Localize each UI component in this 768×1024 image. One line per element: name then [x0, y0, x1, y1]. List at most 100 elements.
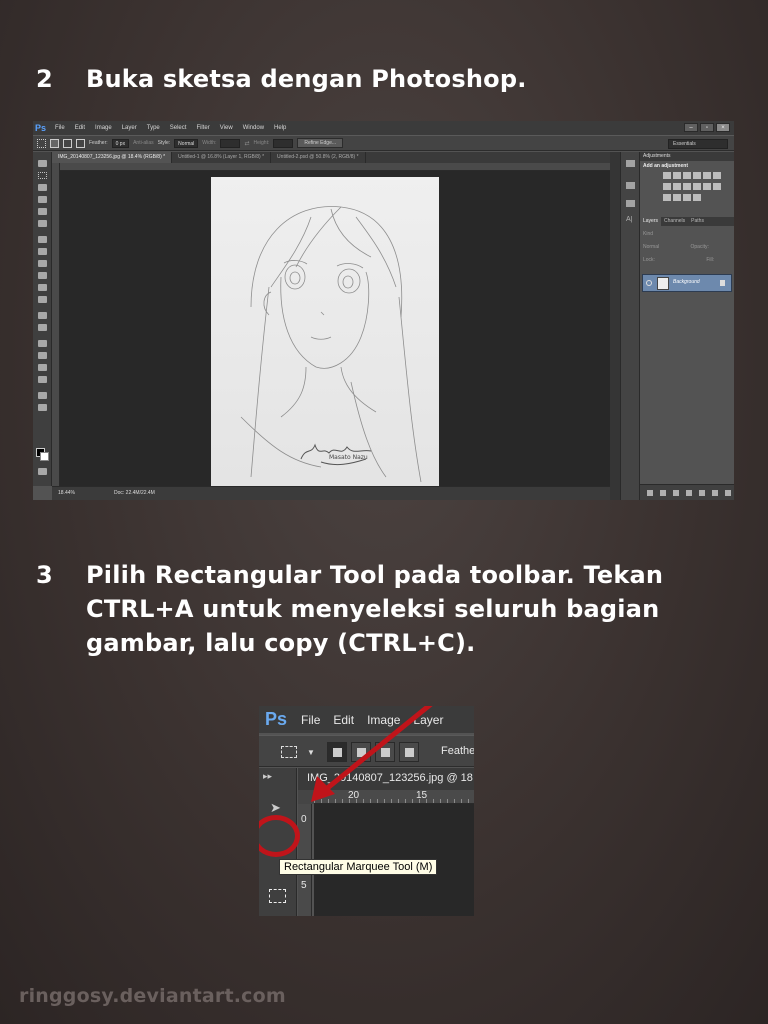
sketch-signature: Masato Nazu — [329, 454, 368, 461]
watermark: ringgosy.deviantart.com — [19, 985, 286, 1007]
feather-label: Feather: — [89, 140, 108, 146]
link-icon[interactable] — [647, 490, 653, 496]
quick-mask-icon[interactable] — [38, 468, 47, 475]
photo-filter-icon[interactable] — [683, 183, 691, 190]
document-tab[interactable]: IMG_20140807_123256.jpg @ 18.4% (RGB/8) … — [52, 152, 173, 163]
marquee-tool-icon[interactable] — [38, 172, 47, 179]
swap-icon[interactable]: ⇄ — [244, 140, 249, 147]
antialias-checkbox[interactable]: Anti-alias — [133, 140, 154, 146]
healing-tool-icon[interactable] — [38, 236, 47, 243]
adjustments-subtitle: Add an adjustment — [643, 163, 689, 169]
menu-filter[interactable]: Filter — [191, 125, 214, 131]
eraser-tool-icon[interactable] — [38, 284, 47, 291]
invert-icon[interactable] — [713, 183, 721, 190]
lock-row: Lock: Fill: — [643, 256, 731, 264]
document-tab[interactable]: Untitled-2.psd @ 50.8% (2, RGB/8) * — [271, 152, 366, 163]
layer-name: Background — [673, 279, 700, 285]
history-brush-icon[interactable] — [38, 272, 47, 279]
hand-tool-icon[interactable] — [38, 392, 47, 399]
fx-icon[interactable] — [660, 490, 666, 496]
kind-filter[interactable]: Kind — [643, 230, 731, 238]
menu-file[interactable]: File — [50, 125, 70, 131]
zoom-level[interactable]: 18.44% — [58, 487, 75, 499]
pen-tool-icon[interactable] — [38, 340, 47, 347]
zoom-tool-icon[interactable] — [38, 404, 47, 411]
exposure-icon[interactable] — [693, 172, 701, 179]
menu-select[interactable]: Select — [165, 125, 192, 131]
document-size: Doc: 22.4M/22.4M — [114, 490, 155, 496]
color-lookup-icon[interactable] — [703, 183, 711, 190]
menu-window[interactable]: Window — [238, 125, 269, 131]
type-tool-icon[interactable] — [38, 352, 47, 359]
mask-icon[interactable] — [673, 490, 679, 496]
levels-icon[interactable] — [673, 172, 681, 179]
properties-icon[interactable] — [626, 182, 635, 189]
threshold-icon[interactable] — [673, 194, 681, 201]
workspace-select[interactable]: Essentials — [668, 139, 728, 149]
channel-mixer-icon[interactable] — [693, 183, 701, 190]
minimize-icon[interactable]: – — [684, 123, 698, 132]
gradient-tool-icon[interactable] — [38, 296, 47, 303]
brightness-icon[interactable] — [663, 172, 671, 179]
eyedropper-tool-icon[interactable] — [38, 220, 47, 227]
selective-color-icon[interactable] — [693, 194, 701, 201]
refine-edge-button[interactable]: Refine Edge... — [297, 138, 344, 148]
layer-row[interactable]: Background — [642, 274, 732, 292]
width-input[interactable] — [220, 138, 241, 148]
color-balance-icon[interactable] — [663, 183, 671, 190]
background-color-swatch[interactable] — [40, 452, 49, 461]
trash-icon[interactable] — [725, 490, 731, 496]
tab-layers[interactable]: Layers — [640, 217, 662, 226]
feather-input[interactable]: 0 px — [111, 138, 130, 148]
document-tabs: IMG_20140807_123256.jpg @ 18.4% (RGB/8) … — [52, 152, 610, 163]
photoshop-screenshot: Ps File Edit Image Layer Type Select Fil… — [33, 121, 734, 500]
adjustment-layer-icon[interactable] — [686, 490, 692, 496]
group-icon[interactable] — [699, 490, 705, 496]
tab-channels[interactable]: Channels — [661, 217, 688, 226]
vibrance-icon[interactable] — [703, 172, 711, 179]
move-tool-icon[interactable] — [38, 160, 47, 167]
stamp-tool-icon[interactable] — [38, 260, 47, 267]
curves-icon[interactable] — [683, 172, 691, 179]
crop-tool-icon[interactable] — [38, 208, 47, 215]
adjustment-icons — [662, 171, 730, 204]
quick-select-tool-icon[interactable] — [38, 196, 47, 203]
panel-collapse-strip[interactable] — [610, 152, 620, 500]
menu-view[interactable]: View — [215, 125, 238, 131]
menu-layer[interactable]: Layer — [117, 125, 142, 131]
black-white-icon[interactable] — [673, 183, 681, 190]
subtract-selection-icon[interactable] — [76, 138, 85, 148]
posterize-icon[interactable] — [663, 194, 671, 201]
character-icon[interactable]: A| — [626, 216, 635, 223]
menu-type[interactable]: Type — [142, 125, 165, 131]
new-layer-icon[interactable] — [712, 490, 718, 496]
gradient-map-icon[interactable] — [683, 194, 691, 201]
restore-icon[interactable]: ▫ — [700, 123, 714, 132]
sketch-image: Masato Nazu — [211, 177, 439, 486]
eye-icon[interactable] — [646, 280, 652, 286]
style-select[interactable]: Normal — [174, 138, 199, 148]
history-icon[interactable] — [626, 160, 635, 167]
close-icon[interactable]: × — [716, 123, 730, 132]
hue-icon[interactable] — [713, 172, 721, 179]
options-bar: Feather: 0 px Anti-alias Style: Normal W… — [33, 135, 734, 151]
blur-tool-icon[interactable] — [38, 312, 47, 319]
shape-tool-icon[interactable] — [38, 376, 47, 383]
adjustments-panel-header[interactable]: Adjustments — [640, 152, 734, 161]
menu-edit[interactable]: Edit — [70, 125, 90, 131]
new-selection-icon[interactable] — [50, 138, 59, 148]
brush-tool-icon[interactable] — [38, 248, 47, 255]
blend-mode-select[interactable]: Normal — [643, 244, 659, 250]
dodge-tool-icon[interactable] — [38, 324, 47, 331]
document-tab[interactable]: Untitled-1 @ 16.8% (Layer 1, RGB/8) * — [172, 152, 272, 163]
info-icon[interactable] — [626, 200, 635, 207]
add-selection-icon[interactable] — [63, 138, 72, 148]
tab-paths[interactable]: Paths — [688, 217, 707, 226]
lasso-tool-icon[interactable] — [38, 184, 47, 191]
step-text: Pilih Rectangular Tool pada toolbar. Tek… — [86, 561, 664, 657]
menu-help[interactable]: Help — [269, 125, 291, 131]
marquee-icon[interactable] — [37, 138, 46, 148]
menu-image[interactable]: Image — [90, 125, 117, 131]
height-input[interactable] — [273, 138, 294, 148]
path-select-tool-icon[interactable] — [38, 364, 47, 371]
